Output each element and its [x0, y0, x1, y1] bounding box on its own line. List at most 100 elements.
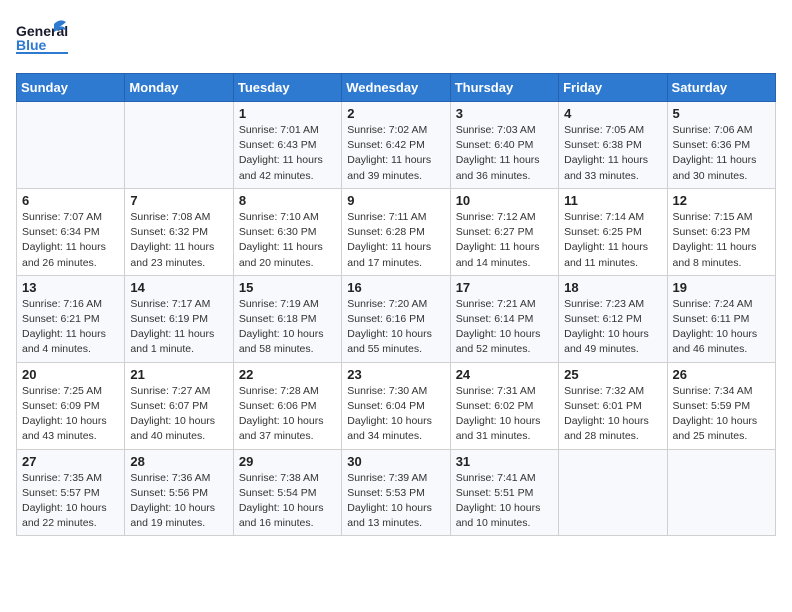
day-info: Sunrise: 7:02 AMSunset: 6:42 PMDaylight:… — [347, 123, 444, 184]
calendar-header-wednesday: Wednesday — [342, 74, 450, 102]
day-number: 26 — [673, 367, 770, 382]
day-number: 14 — [130, 280, 227, 295]
day-info: Sunrise: 7:35 AMSunset: 5:57 PMDaylight:… — [22, 471, 119, 532]
calendar-cell: 16 Sunrise: 7:20 AMSunset: 6:16 PMDayligh… — [342, 275, 450, 362]
calendar-cell: 25Sunrise: 7:32 AMSunset: 6:01 PMDayligh… — [559, 362, 667, 449]
calendar-cell: 11Sunrise: 7:14 AMSunset: 6:25 PMDayligh… — [559, 188, 667, 275]
day-info: Sunrise: 7:07 AMSunset: 6:34 PMDaylight:… — [22, 210, 119, 271]
day-number: 11 — [564, 193, 661, 208]
calendar-cell: 9 Sunrise: 7:11 AMSunset: 6:28 PMDaylight… — [342, 188, 450, 275]
day-info: Sunrise: 7:15 AMSunset: 6:23 PMDaylight:… — [673, 210, 770, 271]
day-number: 30 — [347, 454, 444, 469]
day-number: 27 — [22, 454, 119, 469]
day-info: Sunrise: 7:23 AMSunset: 6:12 PMDaylight:… — [564, 297, 661, 358]
calendar-cell — [559, 449, 667, 536]
day-info: Sunrise: 7:11 AMSunset: 6:28 PMDaylight:… — [347, 210, 444, 271]
calendar-cell: 12 Sunrise: 7:15 AMSunset: 6:23 PMDayligh… — [667, 188, 775, 275]
calendar-cell: 10 Sunrise: 7:12 AMSunset: 6:27 PMDayligh… — [450, 188, 558, 275]
logo: General Blue — [16, 16, 68, 61]
day-info: Sunrise: 7:01 AMSunset: 6:43 PMDaylight:… — [239, 123, 336, 184]
day-number: 9 — [347, 193, 444, 208]
calendar-cell: 7 Sunrise: 7:08 AMSunset: 6:32 PMDaylight… — [125, 188, 233, 275]
day-info: Sunrise: 7:31 AMSunset: 6:02 PMDaylight:… — [456, 384, 553, 445]
calendar-week-4: 20 Sunrise: 7:25 AMSunset: 6:09 PMDayligh… — [17, 362, 776, 449]
calendar-cell: 6 Sunrise: 7:07 AMSunset: 6:34 PMDaylight… — [17, 188, 125, 275]
calendar-cell — [17, 102, 125, 189]
day-number: 18 — [564, 280, 661, 295]
day-number: 16 — [347, 280, 444, 295]
day-number: 7 — [130, 193, 227, 208]
calendar-header-monday: Monday — [125, 74, 233, 102]
day-number: 19 — [673, 280, 770, 295]
calendar-header-sunday: Sunday — [17, 74, 125, 102]
day-info: Sunrise: 7:03 AMSunset: 6:40 PMDaylight:… — [456, 123, 553, 184]
calendar-cell: 14 Sunrise: 7:17 AMSunset: 6:19 PMDayligh… — [125, 275, 233, 362]
calendar-cell: 24 Sunrise: 7:31 AMSunset: 6:02 PMDayligh… — [450, 362, 558, 449]
day-info: Sunrise: 7:24 AMSunset: 6:11 PMDaylight:… — [673, 297, 770, 358]
calendar-cell: 13 Sunrise: 7:16 AMSunset: 6:21 PMDayligh… — [17, 275, 125, 362]
calendar-body: 1Sunrise: 7:01 AMSunset: 6:43 PMDaylight… — [17, 102, 776, 536]
day-info: Sunrise: 7:12 AMSunset: 6:27 PMDaylight:… — [456, 210, 553, 271]
day-number: 10 — [456, 193, 553, 208]
day-number: 4 — [564, 106, 661, 121]
calendar-cell — [667, 449, 775, 536]
calendar-cell: 19 Sunrise: 7:24 AMSunset: 6:11 PMDayligh… — [667, 275, 775, 362]
day-number: 15 — [239, 280, 336, 295]
calendar-cell: 3 Sunrise: 7:03 AMSunset: 6:40 PMDaylight… — [450, 102, 558, 189]
svg-text:Blue: Blue — [16, 37, 47, 53]
calendar-cell: 8 Sunrise: 7:10 AMSunset: 6:30 PMDaylight… — [233, 188, 341, 275]
day-info: Sunrise: 7:25 AMSunset: 6:09 PMDaylight:… — [22, 384, 119, 445]
day-number: 13 — [22, 280, 119, 295]
day-number: 5 — [673, 106, 770, 121]
calendar-cell: 27 Sunrise: 7:35 AMSunset: 5:57 PMDayligh… — [17, 449, 125, 536]
day-number: 22 — [239, 367, 336, 382]
day-number: 20 — [22, 367, 119, 382]
logo-icon: General Blue — [16, 16, 68, 61]
calendar-cell: 29 Sunrise: 7:38 AMSunset: 5:54 PMDayligh… — [233, 449, 341, 536]
calendar-cell: 26Sunrise: 7:34 AMSunset: 5:59 PMDayligh… — [667, 362, 775, 449]
day-info: Sunrise: 7:20 AMSunset: 6:16 PMDaylight:… — [347, 297, 444, 358]
day-number: 6 — [22, 193, 119, 208]
day-number: 12 — [673, 193, 770, 208]
day-number: 3 — [456, 106, 553, 121]
calendar-cell — [125, 102, 233, 189]
day-info: Sunrise: 7:19 AMSunset: 6:18 PMDaylight:… — [239, 297, 336, 358]
day-info: Sunrise: 7:16 AMSunset: 6:21 PMDaylight:… — [22, 297, 119, 358]
day-info: Sunrise: 7:17 AMSunset: 6:19 PMDaylight:… — [130, 297, 227, 358]
calendar-cell: 20 Sunrise: 7:25 AMSunset: 6:09 PMDayligh… — [17, 362, 125, 449]
calendar-header-tuesday: Tuesday — [233, 74, 341, 102]
day-number: 29 — [239, 454, 336, 469]
day-number: 17 — [456, 280, 553, 295]
calendar-header-row: SundayMondayTuesdayWednesdayThursdayFrid… — [17, 74, 776, 102]
calendar-cell: 31 Sunrise: 7:41 AMSunset: 5:51 PMDayligh… — [450, 449, 558, 536]
day-number: 23 — [347, 367, 444, 382]
calendar-header-saturday: Saturday — [667, 74, 775, 102]
calendar-week-5: 27 Sunrise: 7:35 AMSunset: 5:57 PMDayligh… — [17, 449, 776, 536]
day-number: 31 — [456, 454, 553, 469]
calendar-cell: 18 Sunrise: 7:23 AMSunset: 6:12 PMDayligh… — [559, 275, 667, 362]
calendar-cell: 21Sunrise: 7:27 AMSunset: 6:07 PMDayligh… — [125, 362, 233, 449]
day-info: Sunrise: 7:41 AMSunset: 5:51 PMDaylight:… — [456, 471, 553, 532]
calendar-header-friday: Friday — [559, 74, 667, 102]
day-number: 8 — [239, 193, 336, 208]
day-info: Sunrise: 7:28 AMSunset: 6:06 PMDaylight:… — [239, 384, 336, 445]
day-info: Sunrise: 7:06 AMSunset: 6:36 PMDaylight:… — [673, 123, 770, 184]
calendar-cell: 15 Sunrise: 7:19 AMSunset: 6:18 PMDayligh… — [233, 275, 341, 362]
day-number: 24 — [456, 367, 553, 382]
day-info: Sunrise: 7:05 AMSunset: 6:38 PMDaylight:… — [564, 123, 661, 184]
day-info: Sunrise: 7:21 AMSunset: 6:14 PMDaylight:… — [456, 297, 553, 358]
day-info: Sunrise: 7:38 AMSunset: 5:54 PMDaylight:… — [239, 471, 336, 532]
calendar-cell: 30 Sunrise: 7:39 AMSunset: 5:53 PMDayligh… — [342, 449, 450, 536]
day-number: 28 — [130, 454, 227, 469]
day-info: Sunrise: 7:39 AMSunset: 5:53 PMDaylight:… — [347, 471, 444, 532]
day-info: Sunrise: 7:32 AMSunset: 6:01 PMDaylight:… — [564, 384, 661, 445]
calendar-week-2: 6 Sunrise: 7:07 AMSunset: 6:34 PMDaylight… — [17, 188, 776, 275]
calendar-week-3: 13 Sunrise: 7:16 AMSunset: 6:21 PMDayligh… — [17, 275, 776, 362]
day-number: 21 — [130, 367, 227, 382]
page-header: General Blue — [16, 16, 776, 61]
day-info: Sunrise: 7:08 AMSunset: 6:32 PMDaylight:… — [130, 210, 227, 271]
day-info: Sunrise: 7:30 AMSunset: 6:04 PMDaylight:… — [347, 384, 444, 445]
calendar-cell: 4 Sunrise: 7:05 AMSunset: 6:38 PMDaylight… — [559, 102, 667, 189]
day-info: Sunrise: 7:10 AMSunset: 6:30 PMDaylight:… — [239, 210, 336, 271]
calendar-week-1: 1Sunrise: 7:01 AMSunset: 6:43 PMDaylight… — [17, 102, 776, 189]
